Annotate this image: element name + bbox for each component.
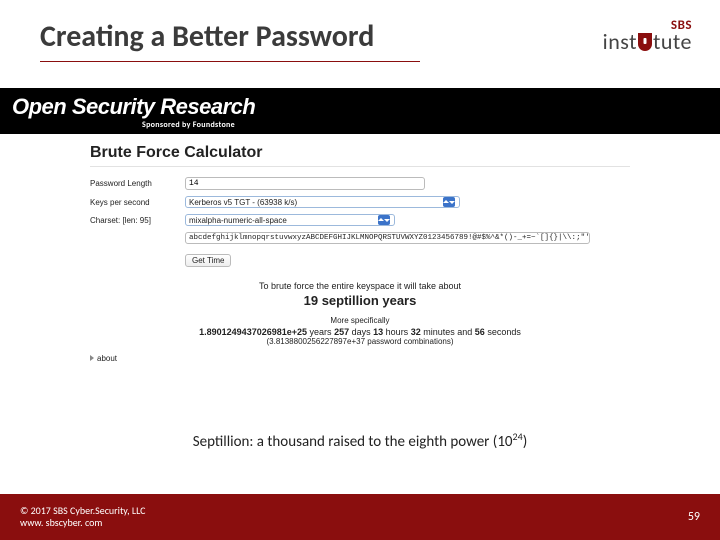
osr-sponsor: Sponsored by Foundstone — [12, 120, 720, 130]
charset-select-value: mixalpha-numeric-all-space — [189, 216, 378, 225]
keys-per-second-select[interactable]: Kerberos v5 TGT - (63938 k/s) — [185, 196, 460, 208]
footer-url: www. sbscyber. com — [20, 517, 146, 530]
keys-per-second-label: Keys per second — [90, 198, 185, 207]
chevron-updown-icon — [443, 197, 455, 207]
get-time-button[interactable]: Get Time — [185, 254, 231, 267]
footer: © 2017 SBS Cyber.Security, LLC www. sbsc… — [0, 494, 720, 540]
osr-title: Open Security Research — [12, 94, 720, 120]
chevron-updown-icon — [378, 215, 390, 225]
page-title: Creating a Better Password — [40, 18, 420, 62]
shield-icon — [638, 33, 652, 51]
password-length-input[interactable] — [185, 177, 425, 190]
result-bold: 19 septillion years — [90, 293, 630, 308]
page-number: 59 — [688, 510, 700, 524]
charset-select[interactable]: mixalpha-numeric-all-space — [185, 214, 395, 226]
more-specifically-label: More specifically — [90, 316, 630, 325]
about-toggle[interactable]: about — [90, 354, 630, 363]
result-intro: To brute force the entire keyspace it wi… — [90, 281, 630, 291]
combinations-count: (3.8138800256227897e+37 password combina… — [90, 337, 630, 346]
divider — [90, 166, 630, 167]
password-length-label: Password Length — [90, 179, 185, 188]
charset-label: Charset: [len: 95] — [90, 216, 185, 225]
charset-value-input[interactable]: abcdefghijklmnopqrstuvwxyzABCDEFGHIJKLMN… — [185, 232, 590, 244]
calculator-heading: Brute Force Calculator — [90, 144, 630, 162]
specific-time: 1.8901249437026981e+25 years 257 days 13… — [90, 327, 630, 337]
keys-per-second-value: Kerberos v5 TGT - (63938 k/s) — [189, 198, 443, 207]
sbs-institute-logo: SBS insttute — [603, 18, 692, 51]
osr-banner: Open Security Research Sponsored by Foun… — [0, 88, 720, 134]
septillion-definition: Septillion: a thousand raised to the eig… — [0, 430, 720, 451]
logo-institute-text: insttute — [603, 32, 692, 52]
chevron-right-icon — [90, 355, 94, 361]
